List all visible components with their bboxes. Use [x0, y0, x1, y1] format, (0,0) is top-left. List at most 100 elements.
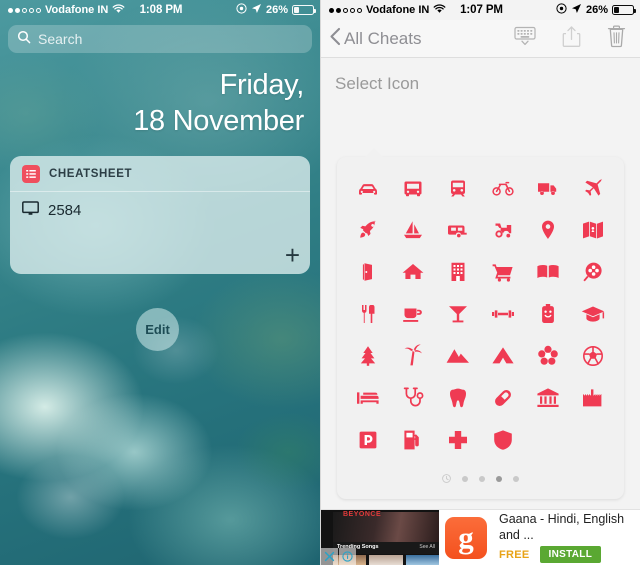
- bank-icon[interactable]: [526, 377, 571, 419]
- book-icon[interactable]: [526, 251, 571, 293]
- keyboard-dismiss-icon[interactable]: [514, 26, 536, 51]
- page-dot-4[interactable]: [513, 476, 519, 482]
- alarm-icon: [556, 3, 567, 17]
- stethoscope-icon[interactable]: [390, 377, 435, 419]
- cheat-editor-screen: Vodafone IN 1:07 PM 26% All Cheats Selec…: [320, 0, 640, 565]
- page-dot-3[interactable]: [496, 476, 502, 482]
- pill-icon[interactable]: [481, 377, 526, 419]
- home-icon[interactable]: [390, 251, 435, 293]
- tooth-icon[interactable]: [435, 377, 480, 419]
- carrier-label: Vodafone IN: [366, 4, 430, 16]
- install-button[interactable]: INSTALL: [539, 546, 602, 564]
- date-display: Friday, 18 November: [0, 67, 320, 140]
- page-dot-1[interactable]: [462, 476, 468, 482]
- wifi-icon: [433, 3, 446, 17]
- gaana-logo-letter: g: [445, 516, 487, 559]
- palm-tree-icon[interactable]: [390, 335, 435, 377]
- tractor-icon[interactable]: [481, 209, 526, 251]
- location-arrow-icon: [571, 3, 582, 17]
- content-area: Select Icon BEYONCE Trending Songs See A…: [321, 58, 640, 565]
- mountains-icon[interactable]: [435, 335, 480, 377]
- ad-app-logo: g: [439, 510, 493, 565]
- cheatsheet-widget[interactable]: CHEATSHEET 2584 +: [10, 155, 310, 274]
- shield-icon[interactable]: [481, 419, 526, 461]
- pine-tree-icon[interactable]: [345, 335, 390, 377]
- search-placeholder: Search: [38, 31, 83, 47]
- tent-icon[interactable]: [481, 335, 526, 377]
- chevron-left-icon: [329, 27, 341, 51]
- page-dot-2[interactable]: [479, 476, 485, 482]
- nav-actions: [514, 25, 628, 53]
- clock-icon[interactable]: [442, 470, 451, 488]
- door-icon[interactable]: [345, 251, 390, 293]
- battery-percent-label: 26%: [585, 4, 609, 16]
- signal-strength-icon: [329, 7, 362, 13]
- trash-icon[interactable]: [607, 25, 626, 53]
- page-indicator: [345, 461, 616, 493]
- ad-action-row: FREE INSTALL: [499, 546, 636, 564]
- cocktail-icon[interactable]: [435, 293, 480, 335]
- close-icon[interactable]: [321, 548, 338, 565]
- caravan-icon[interactable]: [435, 209, 480, 251]
- car-icon[interactable]: [345, 167, 390, 209]
- medical-cross-icon[interactable]: [435, 419, 480, 461]
- ad-price-label: FREE: [499, 548, 530, 561]
- truck-icon[interactable]: [526, 167, 571, 209]
- ad-text-block: Gaana - Hindi, English and ... FREE INST…: [493, 510, 640, 565]
- bed-icon[interactable]: [345, 377, 390, 419]
- screenshot-root: Vodafone IN 1:08 PM 26% Search Friday, 1…: [0, 0, 640, 565]
- widget-title: CHEATSHEET: [49, 167, 133, 180]
- list-item[interactable]: 2584: [22, 200, 298, 221]
- film-reel-icon[interactable]: [571, 251, 616, 293]
- list-item-label: 2584: [48, 202, 82, 219]
- ad-thumbnail[interactable]: BEYONCE Trending Songs See All: [321, 510, 439, 565]
- add-cheat-button[interactable]: +: [285, 242, 300, 268]
- parking-icon[interactable]: [345, 419, 390, 461]
- status-left: Vodafone IN: [329, 3, 460, 17]
- weekday-label: Friday,: [219, 69, 305, 101]
- map-pin-icon[interactable]: [526, 209, 571, 251]
- status-right: 26%: [182, 3, 317, 17]
- monitor-icon: [22, 200, 39, 221]
- back-button[interactable]: All Cheats: [329, 27, 421, 51]
- widget-body: 2584 +: [10, 192, 310, 274]
- widget-header: CHEATSHEET: [10, 156, 310, 192]
- shopping-cart-icon[interactable]: [481, 251, 526, 293]
- toy-face-icon[interactable]: [526, 293, 571, 335]
- train-icon[interactable]: [435, 167, 480, 209]
- soccer-ball-icon[interactable]: [571, 335, 616, 377]
- status-right: 26%: [503, 3, 637, 17]
- bus-icon[interactable]: [390, 167, 435, 209]
- fuel-pump-icon[interactable]: [390, 419, 435, 461]
- dumbbell-icon[interactable]: [481, 293, 526, 335]
- cutlery-icon[interactable]: [345, 293, 390, 335]
- map-icon[interactable]: [571, 209, 616, 251]
- sailboat-icon[interactable]: [390, 209, 435, 251]
- edit-button[interactable]: Edit: [136, 308, 179, 351]
- building-icon[interactable]: [435, 251, 480, 293]
- back-button-label: All Cheats: [344, 28, 422, 48]
- ad-banner[interactable]: BEYONCE Trending Songs See All g Gaana -…: [321, 509, 640, 565]
- carrier-label: Vodafone IN: [45, 4, 109, 16]
- share-icon[interactable]: [562, 25, 581, 53]
- day-month-label: 18 November: [133, 105, 304, 138]
- wifi-icon: [112, 3, 125, 17]
- ad-title: Gaana - Hindi, English and ...: [499, 511, 625, 542]
- graduation-cap-icon[interactable]: [571, 293, 616, 335]
- cheatsheet-app-icon: [22, 164, 40, 183]
- info-icon[interactable]: [339, 548, 356, 565]
- rocket-icon[interactable]: [345, 209, 390, 251]
- coffee-cup-icon[interactable]: [390, 293, 435, 335]
- search-input[interactable]: Search: [8, 25, 312, 53]
- location-arrow-icon: [251, 3, 262, 17]
- factory-icon[interactable]: [571, 377, 616, 419]
- status-bar-left: Vodafone IN 1:08 PM 26%: [0, 0, 320, 20]
- icon-grid: [345, 167, 616, 461]
- battery-icon: [292, 5, 317, 15]
- battery-icon: [612, 5, 637, 15]
- airplane-icon[interactable]: [571, 167, 616, 209]
- battery-percent-label: 26%: [265, 4, 289, 16]
- signal-strength-icon: [8, 7, 41, 13]
- bicycle-icon[interactable]: [481, 167, 526, 209]
- flower-icon[interactable]: [526, 335, 571, 377]
